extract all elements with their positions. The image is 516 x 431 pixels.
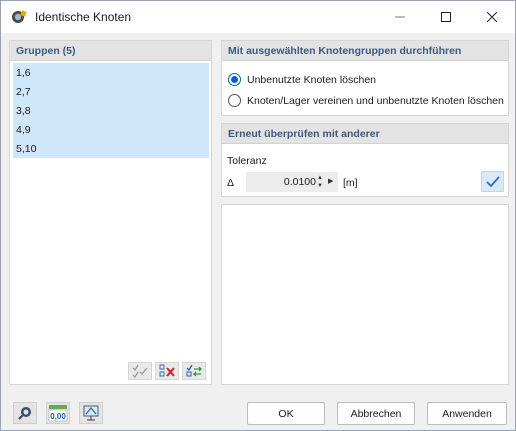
groups-panel: Gruppen (5) 1,6 2,7 3,8 4,9 5,10 <box>9 40 212 385</box>
list-item[interactable]: 5,10 <box>13 139 209 158</box>
window-title: Identische Knoten <box>35 10 132 24</box>
recheck-panel: Erneut überprüfen mit anderer Toleranz Δ… <box>221 123 509 197</box>
units-icon-label: 0,00 <box>50 412 66 421</box>
spin-up-icon[interactable]: ▲ <box>317 174 323 182</box>
radio-merge-nodes[interactable]: Knoten/Lager vereinen und unbenutzte Kno… <box>228 94 504 107</box>
magnifier-icon <box>18 407 31 420</box>
decimal-units-icon: 0,00 <box>48 405 68 422</box>
select-all-button[interactable] <box>128 362 152 380</box>
dialog-window: Identische Knoten Gruppen (5) 1,6 2,7 3,… <box>0 0 516 431</box>
spin-down-icon[interactable]: ▼ <box>317 182 323 190</box>
tolerance-unit: [m] <box>343 177 358 189</box>
recheck-button[interactable] <box>481 171 504 192</box>
ok-button[interactable]: OK <box>247 402 325 425</box>
radio-button-selected[interactable] <box>228 73 241 86</box>
invert-selection-icon <box>186 364 202 377</box>
radio-button[interactable] <box>228 94 241 107</box>
list-item[interactable]: 4,9 <box>13 120 209 139</box>
app-icon <box>10 8 28 26</box>
list-toolbar <box>128 362 206 380</box>
cancel-button[interactable]: Abbrechen <box>337 402 415 425</box>
help-search-button[interactable] <box>13 402 37 424</box>
units-button[interactable]: 0,00 <box>46 402 70 424</box>
invert-selection-button[interactable] <box>182 362 206 380</box>
title-bar: Identische Knoten <box>1 1 515 33</box>
tolerance-spinner[interactable]: ▲ ▼ <box>315 173 325 191</box>
list-item[interactable]: 3,8 <box>13 101 209 120</box>
preview-panel <box>221 204 509 385</box>
checkmark-icon <box>485 175 500 187</box>
model-view-button[interactable] <box>79 402 103 424</box>
options-panel: Mit ausgewählten Knotengruppen durchführ… <box>221 40 509 116</box>
delta-symbol: Δ <box>227 177 235 189</box>
radio-delete-unused[interactable]: Unbenutzte Knoten löschen <box>228 73 376 86</box>
bottom-toolbar: 0,00 <box>13 402 103 424</box>
recheck-header: Erneut überprüfen mit anderer <box>222 124 508 144</box>
groups-list: 1,6 2,7 3,8 4,9 5,10 <box>13 63 209 158</box>
list-item[interactable]: 1,6 <box>13 63 209 82</box>
radio-label: Unbenutzte Knoten löschen <box>247 73 377 86</box>
minimize-button[interactable] <box>377 1 423 33</box>
groups-header: Gruppen (5) <box>10 41 211 61</box>
deselect-all-button[interactable] <box>155 362 179 380</box>
maximize-button[interactable] <box>423 1 469 33</box>
list-item[interactable]: 2,7 <box>13 82 209 101</box>
apply-button[interactable]: Anwenden <box>427 402 507 425</box>
options-header: Mit ausgewählten Knotengruppen durchführ… <box>222 41 508 61</box>
close-button[interactable] <box>469 1 515 33</box>
uncheck-all-icon <box>159 364 175 377</box>
check-all-icon <box>132 364 148 378</box>
spin-right-arrow-icon[interactable]: ▶ <box>328 177 333 185</box>
radio-label: Knoten/Lager vereinen und unbenutzte Kno… <box>247 94 504 107</box>
tolerance-label: Toleranz <box>227 155 267 167</box>
model-view-icon <box>83 405 99 421</box>
